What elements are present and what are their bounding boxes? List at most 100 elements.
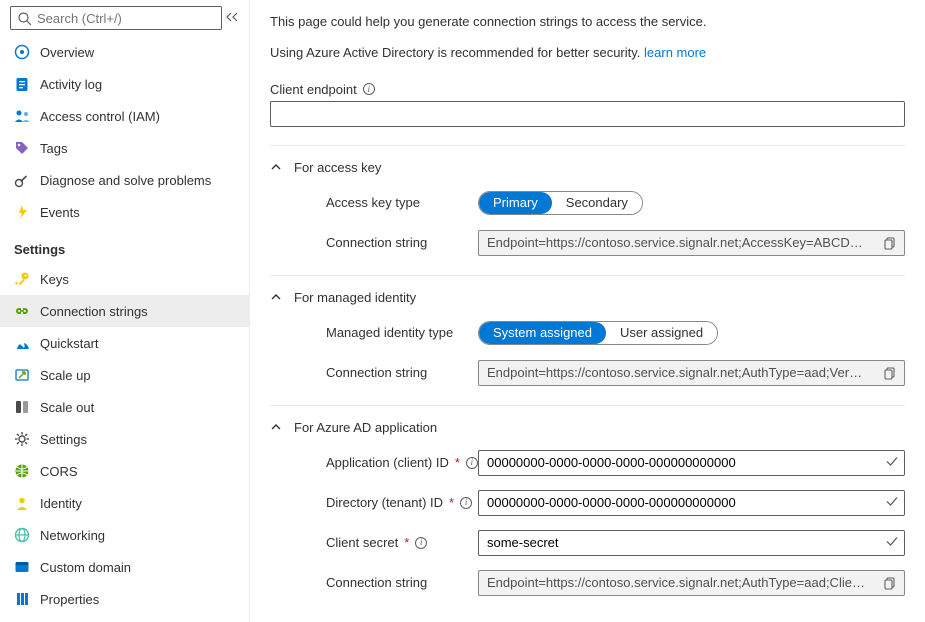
sidebar-item-label: CORS <box>40 464 78 479</box>
copy-icon <box>883 236 897 250</box>
sidebar-item-label: Access control (IAM) <box>40 109 160 124</box>
sidebar-item-label: Diagnose and solve problems <box>40 173 211 188</box>
aad-client-id-label: Application (client) ID <box>326 455 449 470</box>
sidebar-item-label: Tags <box>40 141 67 156</box>
cors-icon <box>14 463 30 479</box>
required-marker: * <box>404 535 409 550</box>
section-toggle-managed-identity[interactable]: For managed identity <box>270 290 905 305</box>
copy-button[interactable] <box>876 361 904 385</box>
pill-user-assigned[interactable]: User assigned <box>606 322 717 344</box>
client-endpoint-label: Client endpoint <box>270 82 357 97</box>
sidebar-item-identity[interactable]: Identity <box>0 487 249 519</box>
sidebar-item-iam[interactable]: Access control (IAM) <box>0 100 249 132</box>
sidebar-item-label: Scale out <box>40 400 94 415</box>
sidebar-item-label: Custom domain <box>40 560 131 575</box>
client-endpoint-input[interactable] <box>270 101 905 127</box>
activity-icon <box>14 76 30 92</box>
sidebar: Overview Activity log Access control (IAM)… <box>0 0 250 622</box>
info-icon[interactable]: i <box>363 83 375 95</box>
section-toggle-access-key[interactable]: For access key <box>270 160 905 175</box>
copy-icon <box>883 576 897 590</box>
sidebar-item-label: Networking <box>40 528 105 543</box>
sidebar-item-events[interactable]: Events <box>0 196 249 228</box>
access-key-type-toggle[interactable]: Primary Secondary <box>478 191 643 215</box>
managed-type-toggle[interactable]: System assigned User assigned <box>478 321 718 345</box>
aad-tenant-id-input[interactable] <box>478 490 905 516</box>
sidebar-item-connstr[interactable]: Connection strings <box>0 295 249 327</box>
section-toggle-aad[interactable]: For Azure AD application <box>270 420 905 435</box>
sidebar-item-tags[interactable]: Tags <box>0 132 249 164</box>
chevron-up-icon <box>270 291 282 303</box>
events-icon <box>14 204 30 220</box>
main-content: This page could help you generate connec… <box>250 0 925 622</box>
aad-conn-box: Endpoint=https://contoso.service.signalr… <box>478 570 905 596</box>
sidebar-item-scaleup[interactable]: Scale up <box>0 359 249 391</box>
connstr-icon <box>14 303 30 319</box>
access-key-type-label: Access key type <box>326 195 420 210</box>
search-box[interactable] <box>10 6 222 30</box>
learn-more-link[interactable]: learn more <box>644 45 706 60</box>
check-icon <box>885 494 899 508</box>
settings-icon <box>14 431 30 447</box>
sidebar-item-cors[interactable]: CORS <box>0 455 249 487</box>
quickstart-icon <box>14 335 30 351</box>
managed-type-label: Managed identity type <box>326 325 453 340</box>
pill-secondary[interactable]: Secondary <box>552 192 642 214</box>
sidebar-item-label: Quickstart <box>40 336 99 351</box>
info-icon[interactable]: i <box>466 457 478 469</box>
sidebar-section-settings: Settings <box>0 228 249 263</box>
sidebar-item-label: Identity <box>40 496 82 511</box>
sidebar-item-overview[interactable]: Overview <box>0 36 249 68</box>
access-key-conn-value[interactable]: Endpoint=https://contoso.service.signalr… <box>479 235 876 250</box>
diag-icon <box>14 172 30 188</box>
iam-icon <box>14 108 30 124</box>
sidebar-item-customdomain[interactable]: Custom domain <box>0 551 249 583</box>
sidebar-item-label: Keys <box>40 272 69 287</box>
sidebar-item-label: Overview <box>40 45 94 60</box>
required-marker: * <box>449 495 454 510</box>
access-key-conn-label: Connection string <box>326 235 427 250</box>
sidebar-item-networking[interactable]: Networking <box>0 519 249 551</box>
sidebar-item-scaleout[interactable]: Scale out <box>0 391 249 423</box>
check-icon <box>885 534 899 548</box>
chevron-left-double-icon <box>225 11 239 25</box>
search-icon <box>17 11 31 25</box>
sidebar-item-settings[interactable]: Settings <box>0 423 249 455</box>
sidebar-item-keys[interactable]: Keys <box>0 263 249 295</box>
properties-icon <box>14 591 30 607</box>
managed-conn-value[interactable]: Endpoint=https://contoso.service.signalr… <box>479 365 876 380</box>
sidebar-item-label: Properties <box>40 592 99 607</box>
aad-tenant-id-label: Directory (tenant) ID <box>326 495 443 510</box>
aad-secret-label: Client secret <box>326 535 398 550</box>
required-marker: * <box>455 455 460 470</box>
sidebar-item-diag[interactable]: Diagnose and solve problems <box>0 164 249 196</box>
chevron-up-icon <box>270 161 282 173</box>
keys-icon <box>14 271 30 287</box>
sidebar-item-activity[interactable]: Activity log <box>0 68 249 100</box>
check-icon <box>885 454 899 468</box>
collapse-sidebar-button[interactable] <box>222 6 241 30</box>
info-icon[interactable]: i <box>415 537 427 549</box>
pill-system-assigned[interactable]: System assigned <box>479 322 606 344</box>
aad-secret-input[interactable] <box>478 530 905 556</box>
tags-icon <box>14 140 30 156</box>
sidebar-item-properties[interactable]: Properties <box>0 583 249 615</box>
aad-client-id-input[interactable] <box>478 450 905 476</box>
intro-line-1: This page could help you generate connec… <box>270 12 905 33</box>
copy-button[interactable] <box>876 571 904 595</box>
copy-icon <box>883 366 897 380</box>
sidebar-item-quickstart[interactable]: Quickstart <box>0 327 249 359</box>
copy-button[interactable] <box>876 231 904 255</box>
sidebar-item-label: Activity log <box>40 77 102 92</box>
intro-line-2: Using Azure Active Directory is recommen… <box>270 43 905 64</box>
sidebar-item-label: Events <box>40 205 80 220</box>
info-icon[interactable]: i <box>460 497 472 509</box>
identity-icon <box>14 495 30 511</box>
managed-conn-box: Endpoint=https://contoso.service.signalr… <box>478 360 905 386</box>
pill-primary[interactable]: Primary <box>479 192 552 214</box>
aad-conn-value[interactable]: Endpoint=https://contoso.service.signalr… <box>479 575 876 590</box>
sidebar-item-label: Scale up <box>40 368 91 383</box>
aad-conn-label: Connection string <box>326 575 427 590</box>
chevron-up-icon <box>270 421 282 433</box>
search-input[interactable] <box>35 10 215 27</box>
